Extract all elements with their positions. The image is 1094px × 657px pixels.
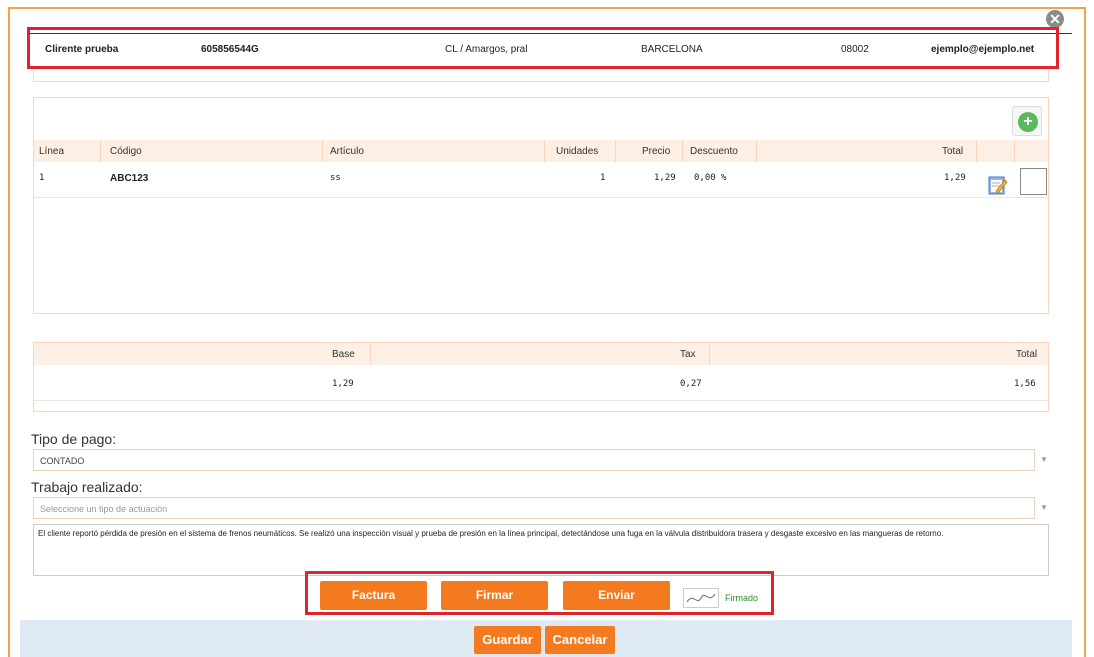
- col-total: Total: [942, 146, 964, 157]
- work-label: Trabajo realizado:: [31, 479, 143, 495]
- guardar-button[interactable]: Guardar: [474, 626, 541, 654]
- lines-table-header: Línea Código Artículo Unidades Precio De…: [34, 140, 1048, 162]
- cell-precio: 1,29: [654, 173, 676, 183]
- add-circle-icon: +: [1018, 112, 1038, 132]
- total-tax: 0,27: [680, 379, 702, 389]
- cell-articulo: ss: [330, 173, 341, 183]
- work-type-select[interactable]: Seleccione un tipo de actuación: [33, 497, 1035, 519]
- signature-icon: [683, 588, 719, 608]
- cell-total: 1,29: [944, 173, 966, 183]
- chevron-down-icon[interactable]: ▼: [1040, 455, 1048, 464]
- col-descuento: Descuento: [690, 146, 738, 157]
- payment-select[interactable]: CONTADO: [33, 449, 1035, 471]
- col-unidades: Unidades: [556, 146, 599, 157]
- total-amount: 1,56: [1014, 379, 1036, 389]
- factura-button[interactable]: Factura: [320, 581, 427, 610]
- client-name: Clirente prueba: [45, 44, 119, 55]
- cell-linea: 1: [39, 173, 45, 183]
- totals-row: 1,29 0,27 1,56: [34, 365, 1048, 401]
- col-codigo: Código: [110, 146, 142, 157]
- edit-note-icon[interactable]: [988, 174, 1008, 196]
- col-linea: Línea: [39, 146, 65, 157]
- col-separator: [615, 140, 616, 162]
- client-panel-bottom: [33, 70, 1049, 82]
- firmar-button[interactable]: Firmar: [441, 581, 548, 610]
- chevron-down-icon[interactable]: ▼: [1040, 503, 1048, 512]
- col-separator: [682, 140, 683, 162]
- client-email: ejemplo@ejemplo.net: [931, 44, 1035, 55]
- totals-panel: Base Tax Total 1,29 0,27 1,56: [33, 342, 1049, 412]
- add-line-button[interactable]: +: [1012, 106, 1042, 136]
- dialog-border-left: [8, 7, 10, 657]
- col-separator: [370, 343, 371, 365]
- col-separator: [709, 343, 710, 365]
- signed-indicator: Firmado: [683, 588, 763, 608]
- cancelar-button[interactable]: Cancelar: [545, 626, 615, 654]
- total-base: 1,29: [332, 379, 354, 389]
- cell-descuento: 0,00 %: [694, 173, 727, 183]
- close-icon[interactable]: ✕: [1046, 10, 1064, 28]
- client-city: BARCELONA: [641, 44, 703, 55]
- invoice-lines-panel: + Línea Código Artículo Unidades Precio …: [33, 97, 1049, 314]
- client-zip: 08002: [841, 44, 869, 55]
- col-separator: [544, 140, 545, 162]
- row-select-checkbox[interactable]: [1020, 168, 1047, 195]
- col-separator: [322, 140, 323, 162]
- cell-unidades: 1: [600, 173, 606, 183]
- col-separator: [1014, 140, 1015, 162]
- enviar-button[interactable]: Enviar: [563, 581, 670, 610]
- col-precio: Precio: [642, 146, 671, 157]
- dialog-border-right: [1084, 7, 1086, 657]
- work-type-placeholder: Seleccione un tipo de actuación: [40, 504, 168, 514]
- col-articulo: Artículo: [330, 146, 364, 157]
- col-separator: [976, 140, 977, 162]
- payment-value: CONTADO: [40, 456, 85, 466]
- totals-header: Base Tax Total: [34, 343, 1048, 365]
- client-address: CL / Amargos, pral: [445, 44, 528, 55]
- invoice-dialog: ✕ Clirente prueba 605856544G CL / Amargo…: [0, 0, 1094, 657]
- client-nif: 605856544G: [201, 44, 259, 55]
- cell-codigo: ABC123: [110, 173, 149, 184]
- signed-label: Firmado: [725, 593, 759, 603]
- col-total: Total: [1016, 349, 1038, 360]
- col-base: Base: [332, 349, 355, 360]
- work-description-textarea[interactable]: El cliente reportó pérdida de presión en…: [33, 524, 1049, 576]
- col-tax: Tax: [680, 349, 696, 360]
- col-separator: [100, 140, 101, 162]
- col-separator: [756, 140, 757, 162]
- payment-label: Tipo de pago:: [31, 431, 117, 447]
- dialog-border-top: [8, 7, 1086, 9]
- client-info-row: Clirente prueba 605856544G CL / Amargos,…: [33, 36, 1049, 62]
- table-row[interactable]: 1 ABC123 ss 1 1,29 0,00 % 1,29: [34, 162, 1048, 198]
